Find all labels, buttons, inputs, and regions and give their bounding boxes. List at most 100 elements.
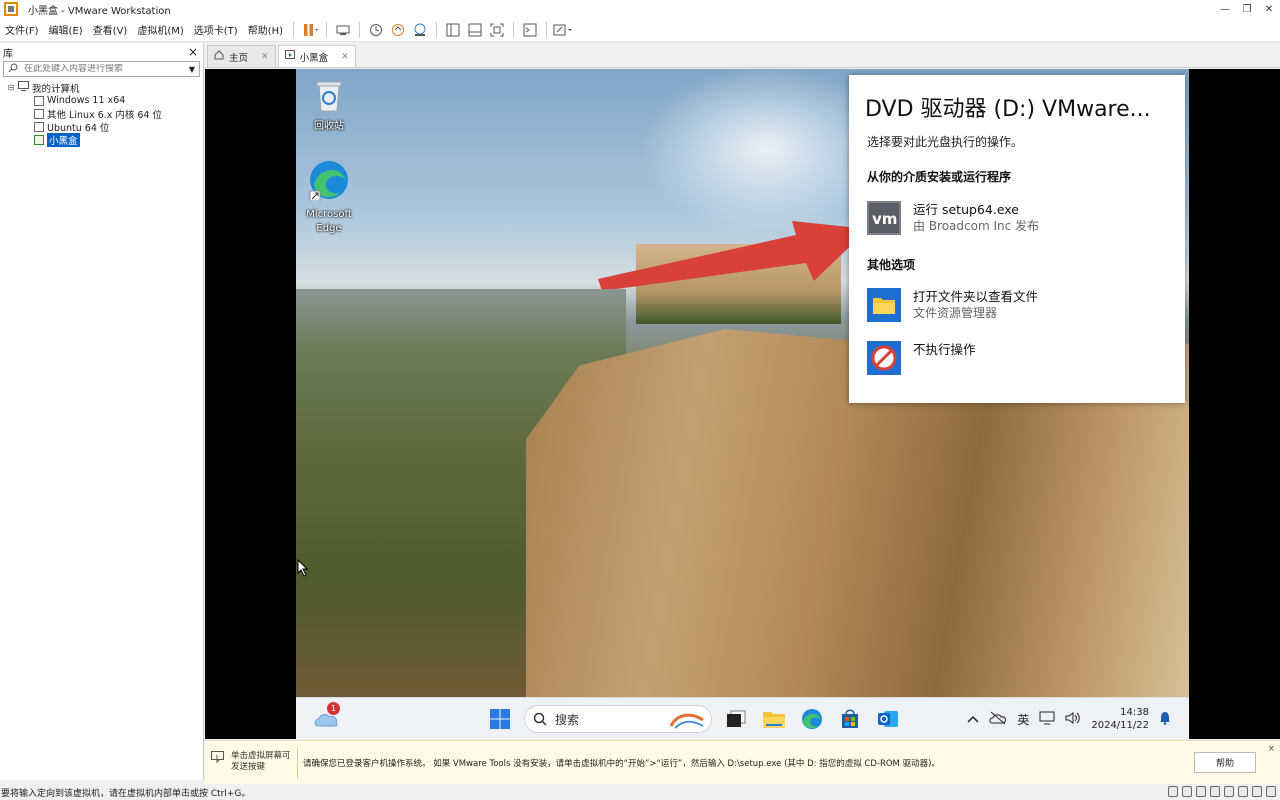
option-desc: 文件资源管理器 [913,306,998,320]
mouse-cursor-icon [297,559,309,577]
infobar-close-button[interactable]: × [1267,744,1275,754]
tab-close-icon[interactable]: ✕ [341,52,349,62]
tab-home[interactable]: 主页 ✕ [207,45,276,67]
desktop-icon-recycle-bin[interactable]: 回收站 [299,79,359,134]
search-input[interactable] [24,64,183,74]
autoplay-subtitle: 选择要对此光盘执行的操作。 [867,135,1024,149]
tree-item-label-selected: 小黑盒 [47,132,80,147]
infobar-divider [297,747,298,779]
desktop-icon-edge[interactable]: Microsoft Edge [299,159,359,236]
autoplay-option-open-folder[interactable]: 打开文件夹以查看文件 文件资源管理器 [867,288,1038,322]
edge-icon [802,709,822,729]
infobar-message: 请确保您已登录客户机操作系统。 如果 VMware Tools 没有安装，请单击… [303,759,940,769]
tree-item-windows-11[interactable]: Windows 11 x64 [0,94,203,107]
collapse-icon[interactable]: ⊟ [6,83,16,93]
tab-xiaoheihe[interactable]: 小黑盒 ✕ [277,45,356,67]
vm-console[interactable]: 回收站 Microsoft Edge DVD 驱动器 (D:) VMware..… [205,69,1280,739]
snapshot-manager-icon[interactable] [410,20,430,40]
show-library-icon[interactable] [443,20,463,40]
network-icon[interactable] [1039,711,1055,728]
search-icon [8,63,18,76]
menu-help[interactable]: 帮助(H) [243,22,288,37]
status-text: 要将输入定向到该虚拟机，请在虚拟机内部单击或按 Ctrl+G。 [1,788,251,799]
close-button[interactable]: ✕ [1258,0,1280,18]
display-icon[interactable] [1252,786,1262,797]
menu-file[interactable]: 文件(F) [0,22,44,37]
network-adapter-icon[interactable] [1196,786,1206,797]
clock-date: 2024/11/22 [1091,720,1149,731]
restore-button[interactable]: ❐ [1236,0,1258,18]
tree-item-xiaoheihe[interactable]: 小黑盒 [0,132,203,147]
pause-icon[interactable] [300,20,320,40]
outlook-button[interactable] [874,705,902,733]
store-button[interactable] [836,705,864,733]
library-close-button[interactable]: × [188,45,198,59]
menu-view[interactable]: 查看(V) [88,22,133,37]
tree-item-linux[interactable]: 其他 Linux 6.x 内核 64 位 [0,107,203,121]
cd-rom-icon[interactable] [1182,786,1192,797]
vm-tree: ⊟ 我的计算机 Windows 11 x64 其他 Linux 6.x 内核 6… [0,81,203,147]
search-icon [533,712,547,726]
tree-item-label: Ubuntu 64 位 [47,122,110,134]
tab-close-icon[interactable]: ✕ [261,52,269,62]
usb-icon[interactable] [1210,786,1220,797]
library-search[interactable]: ▼ [3,61,200,77]
thumbnail-bar-icon[interactable] [465,20,485,40]
file-explorer-button[interactable] [760,705,788,733]
taskbar-search[interactable]: 搜索 [524,705,712,733]
option-desc: 由 Broadcom Inc 发布 [913,219,1040,233]
task-view-button[interactable] [722,705,750,733]
tree-root-label: 我的计算机 [32,83,80,95]
library-header: 库 × [0,43,203,61]
sound-card-icon[interactable] [1224,786,1234,797]
stretch-guest-icon[interactable] [553,20,573,40]
option-title: 不执行操作 [913,342,976,357]
tree-root[interactable]: ⊟ 我的计算机 [0,81,203,95]
start-button[interactable] [486,705,514,733]
autoplay-option-no-action[interactable]: 不执行操作 [867,341,976,375]
file-explorer-icon [763,712,785,728]
taskbar: 1 搜索 英 14:38 2024/11/22 [296,697,1189,739]
keyboard-click-icon [211,751,224,763]
show-hidden-icons-icon[interactable] [967,712,979,726]
title-bar: 小黑盒 - VMware Workstation — ❐ ✕ [0,0,1280,18]
minimize-button[interactable]: — [1214,0,1236,18]
tree-item-ubuntu[interactable]: Ubuntu 64 位 [0,120,203,134]
menu-bar: 文件(F) 编辑(E) 查看(V) 虚拟机(M) 选项卡(T) 帮助(H) [0,18,1280,42]
send-ctrl-alt-del-icon[interactable] [333,20,353,40]
edge-button[interactable] [798,705,826,733]
vm-icon [34,95,44,106]
printer-icon[interactable] [1238,786,1248,797]
store-icon [842,709,858,728]
windows-start-icon [490,709,510,729]
revert-snapshot-icon[interactable] [388,20,408,40]
toolbar-separator [546,21,548,38]
red-arrow-annotation [598,221,868,289]
chevron-down-icon[interactable]: ▼ [189,65,195,74]
menu-vm[interactable]: 虚拟机(M) [132,22,188,37]
console-view-icon[interactable] [520,20,540,40]
volume-icon[interactable] [1065,711,1081,728]
input-method-indicator[interactable]: 英 [1017,711,1029,728]
cloud-offline-icon[interactable] [989,711,1007,728]
hard-disk-icon[interactable] [1168,786,1178,797]
menu-edit[interactable]: 编辑(E) [44,22,88,37]
weather-widget[interactable]: 1 [314,702,340,730]
device-status-icons [1168,786,1276,797]
notification-bell-icon[interactable] [1159,711,1171,728]
vm-running-icon [34,134,44,145]
menu-tabs[interactable]: 选项卡(T) [189,22,243,37]
toolbar-separator [513,21,515,38]
vm-icon [34,108,44,119]
no-action-icon [867,341,901,375]
search-highlight-icon [669,713,704,729]
message-log-icon[interactable] [1266,786,1276,797]
clock[interactable]: 14:38 2024/11/22 [1091,706,1149,732]
help-button[interactable]: 帮助 [1194,752,1256,773]
taskbar-search-label: 搜索 [555,712,580,727]
autoplay-option-run-setup[interactable]: vm 运行 setup64.exe 由 Broadcom Inc 发布 [867,201,1039,235]
snapshot-icon[interactable] [366,20,386,40]
guest-screen[interactable]: 回收站 Microsoft Edge DVD 驱动器 (D:) VMware..… [296,69,1189,739]
full-screen-icon[interactable] [487,20,507,40]
svg-text:vm: vm [872,210,897,228]
